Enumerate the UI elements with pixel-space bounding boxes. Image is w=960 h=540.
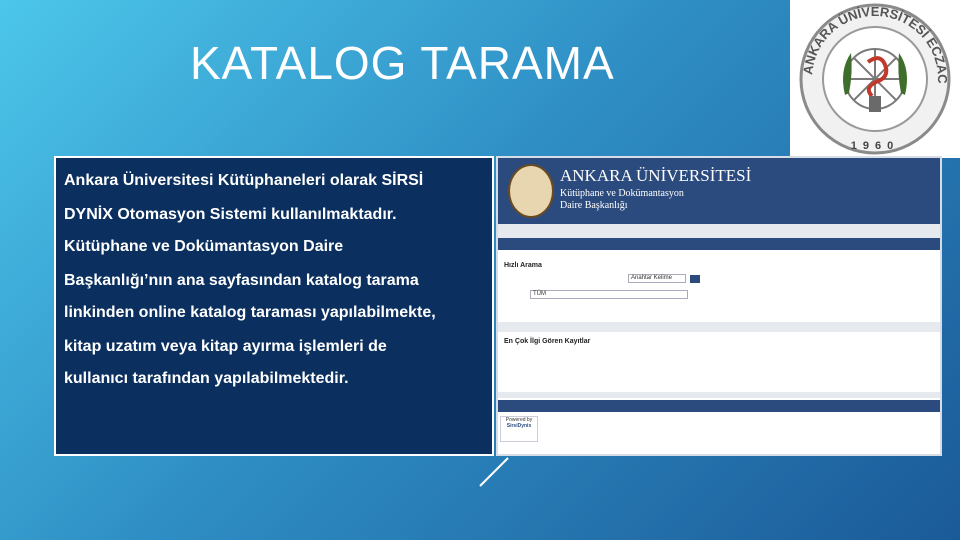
description-panel: Ankara Üniversitesi Kütüphaneleri olarak… — [54, 156, 494, 456]
site-nav-strip — [498, 224, 940, 238]
site-divider-strip — [498, 322, 940, 332]
faculty-logo: ANKARA ÜNİVERSİTESİ ECZACILIK FAKÜLTESİ … — [790, 0, 960, 158]
library-select: TÜM — [530, 290, 688, 299]
search-go-button — [690, 275, 700, 283]
site-footer-strip — [498, 392, 940, 398]
university-seal-icon — [508, 164, 554, 218]
site-header: ANKARA ÜNİVERSİTESİ Kütüphane ve Doküman… — [498, 158, 940, 224]
body-line-1: Ankara Üniversitesi Kütüphaneleri olarak… — [64, 172, 424, 189]
connector-line — [479, 457, 509, 487]
body-line-6: kitap uzatım veya kitap ayırma işlemleri… — [64, 338, 387, 355]
search-type-select: Anahtar Kelime — [628, 274, 686, 283]
powered-by-badge: Powered by SirsiDynix — [500, 416, 538, 442]
body-line-5: linkinden online katalog taraması yapıla… — [64, 304, 436, 321]
body-line-2: DYNİX Otomasyon Sistemi kullanılmaktadır… — [64, 206, 397, 223]
body-line-7: kullanıcı tarafından yapılabilmektedir. — [64, 370, 349, 387]
powered-by-brand: SirsiDynix — [506, 423, 532, 429]
logo-year: 1960 — [851, 140, 899, 152]
slide-title: KATALOG TARAMA — [190, 37, 615, 89]
site-subtitle-2: Daire Başkanlığı — [560, 200, 628, 211]
popular-records-title: En Çok İlgi Gören Kayıtlar — [504, 338, 591, 345]
site-footer-bar — [498, 400, 940, 412]
site-subtitle-1: Kütüphane ve Dokümantasyon — [560, 188, 684, 199]
catalog-site-screenshot: ANKARA ÜNİVERSİTESİ Kütüphane ve Doküman… — [496, 156, 942, 456]
body-line-4: Başkanlığı’nın ana sayfasından katalog t… — [64, 272, 419, 289]
site-menu-bar — [498, 238, 940, 250]
body-line-3: Kütüphane ve Dokümantasyon Daire — [64, 238, 344, 255]
quick-search-title: Hızlı Arama — [504, 262, 542, 269]
site-university-name: ANKARA ÜNİVERSİTESİ — [560, 166, 752, 185]
